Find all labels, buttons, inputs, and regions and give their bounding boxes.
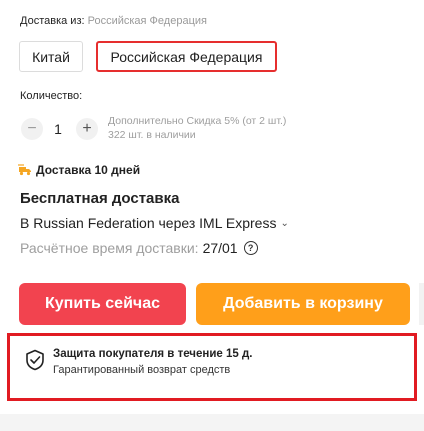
estimated-delivery: Расчётное время доставки: 27/01 ? (20, 240, 258, 256)
quantity-label: Количество: (20, 90, 83, 102)
delivery-days-label: Доставка 10 дней (36, 163, 141, 177)
quantity-increment-button[interactable]: + (76, 118, 98, 140)
bottom-band (0, 414, 424, 431)
buyer-protection-subtitle: Гарантированный возврат средств (53, 364, 231, 376)
ship-from: Доставка из: Российская Федерация (20, 15, 207, 27)
discount-note: Дополнительно Скидка 5% (от 2 шт.) (108, 115, 287, 127)
shield-check-icon (26, 349, 44, 371)
add-to-cart-button[interactable]: Добавить в корзину (196, 283, 410, 325)
quantity-info: Дополнительно Скидка 5% (от 2 шт.) 322 ш… (108, 114, 286, 142)
chevron-down-icon: ⌄ (280, 217, 289, 229)
buy-now-button[interactable]: Купить сейчас (19, 283, 186, 325)
shipping-method-selector[interactable]: В Russian Federation через IML Express ⌄ (20, 215, 289, 231)
ship-from-label: Доставка из: (20, 15, 85, 27)
ship-option-china[interactable]: Китай (19, 41, 83, 72)
quantity-input[interactable]: 1 (45, 118, 71, 140)
question-circle-icon[interactable]: ? (243, 241, 258, 255)
free-shipping-label: Бесплатная доставка (20, 190, 180, 207)
shipping-route-text: В Russian Federation через IML Express (20, 215, 277, 231)
buyer-protection-title: Защита покупателя в течение 15 д. (53, 348, 253, 360)
stock-count: 322 шт. в наличии (108, 129, 196, 141)
eta-date: 27/01 (202, 240, 238, 256)
ship-from-value: Российская Федерация (87, 15, 207, 27)
delivery-days: Доставка 10 дней (18, 163, 140, 177)
ship-option-russia[interactable]: Российская Федерация (96, 41, 277, 72)
truck-icon (18, 164, 31, 176)
eta-label: Расчётное время доставки: (20, 240, 199, 256)
side-button-edge (419, 283, 424, 325)
quantity-decrement-button[interactable]: − (21, 118, 43, 140)
